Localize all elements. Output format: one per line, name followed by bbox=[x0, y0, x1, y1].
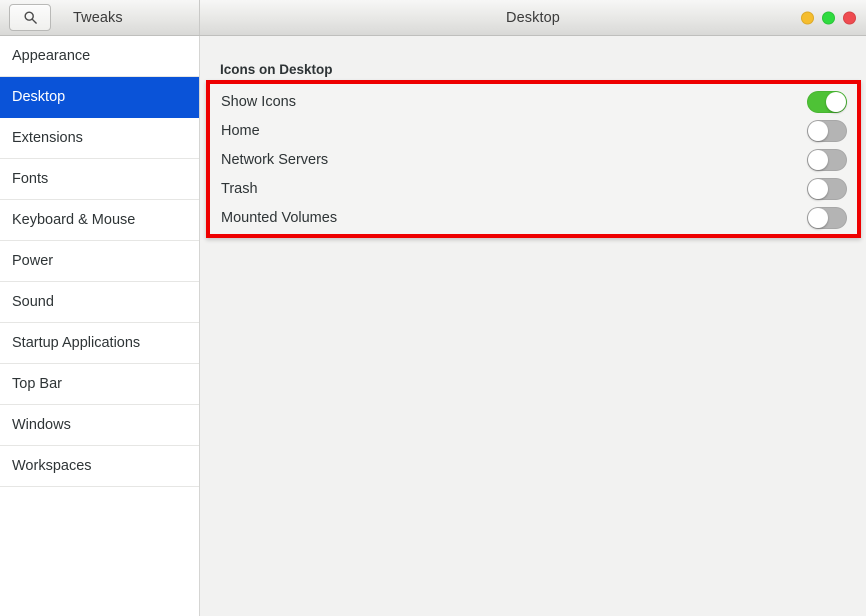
toggle-knob bbox=[808, 149, 828, 170]
sidebar-item-workspaces[interactable]: Workspaces bbox=[0, 446, 199, 487]
sidebar-item-top-bar[interactable]: Top Bar bbox=[0, 364, 199, 405]
close-button[interactable] bbox=[843, 11, 856, 24]
setting-label: Trash bbox=[221, 180, 258, 197]
sidebar-item-label: Extensions bbox=[12, 130, 83, 146]
page-title: Desktop bbox=[506, 9, 560, 26]
sidebar-item-label: Keyboard & Mouse bbox=[12, 212, 136, 228]
minimize-button[interactable] bbox=[801, 11, 814, 24]
window-controls bbox=[801, 11, 856, 24]
sidebar-item-label: Startup Applications bbox=[12, 335, 141, 351]
app-title: Tweaks bbox=[73, 9, 123, 26]
setting-row-trash: Trash bbox=[208, 174, 860, 203]
header-bar-right: Desktop bbox=[200, 0, 866, 35]
sidebar-item-startup-applications[interactable]: Startup Applications bbox=[0, 323, 199, 364]
sidebar-item-label: Workspaces bbox=[12, 458, 92, 474]
sidebar-item-appearance[interactable]: Appearance bbox=[0, 36, 199, 77]
search-icon bbox=[23, 10, 38, 25]
settings-list: Show Icons Home Network Servers Trash Mo… bbox=[208, 83, 860, 236]
setting-row-home: Home bbox=[208, 116, 860, 145]
setting-label: Mounted Volumes bbox=[221, 209, 338, 226]
tweaks-window: Tweaks Desktop Appearance Desktop Extens… bbox=[0, 0, 866, 616]
setting-row-network-servers: Network Servers bbox=[208, 145, 860, 174]
header-bar: Tweaks Desktop bbox=[0, 0, 866, 36]
section-title: Icons on Desktop bbox=[220, 62, 333, 77]
sidebar-item-fonts[interactable]: Fonts bbox=[0, 159, 199, 200]
sidebar-item-sound[interactable]: Sound bbox=[0, 282, 199, 323]
sidebar-item-label: Sound bbox=[12, 294, 54, 310]
maximize-button[interactable] bbox=[822, 11, 835, 24]
setting-row-show-icons: Show Icons bbox=[208, 87, 860, 116]
sidebar-item-label: Appearance bbox=[12, 48, 91, 64]
setting-label: Network Servers bbox=[221, 151, 329, 168]
toggle-show-icons[interactable] bbox=[807, 90, 847, 113]
sidebar-item-label: Fonts bbox=[12, 171, 49, 187]
sidebar-item-label: Desktop bbox=[12, 89, 66, 105]
toggle-mounted-volumes[interactable] bbox=[807, 206, 847, 229]
sidebar-item-label: Windows bbox=[12, 417, 71, 433]
sidebar-item-label: Power bbox=[12, 253, 54, 269]
sidebar-item-desktop[interactable]: Desktop bbox=[0, 77, 199, 118]
setting-label: Home bbox=[221, 122, 260, 139]
sidebar-item-label: Top Bar bbox=[12, 376, 62, 392]
sidebar: Appearance Desktop Extensions Fonts Keyb… bbox=[0, 36, 200, 616]
toggle-knob bbox=[808, 178, 828, 199]
header-bar-left: Tweaks bbox=[0, 0, 200, 35]
toggle-knob bbox=[826, 91, 846, 112]
toggle-home[interactable] bbox=[807, 119, 847, 142]
content-area: Icons on Desktop Show Icons Home Network… bbox=[201, 36, 866, 616]
toggle-knob bbox=[808, 207, 828, 228]
setting-row-mounted-volumes: Mounted Volumes bbox=[208, 203, 860, 232]
sidebar-item-keyboard-and-mouse[interactable]: Keyboard & Mouse bbox=[0, 200, 199, 241]
sidebar-item-windows[interactable]: Windows bbox=[0, 405, 199, 446]
sidebar-item-extensions[interactable]: Extensions bbox=[0, 118, 199, 159]
toggle-trash[interactable] bbox=[807, 177, 847, 200]
toggle-network-servers[interactable] bbox=[807, 148, 847, 171]
search-button[interactable] bbox=[9, 4, 51, 31]
setting-label: Show Icons bbox=[221, 93, 296, 110]
sidebar-item-power[interactable]: Power bbox=[0, 241, 199, 282]
toggle-knob bbox=[808, 120, 828, 141]
